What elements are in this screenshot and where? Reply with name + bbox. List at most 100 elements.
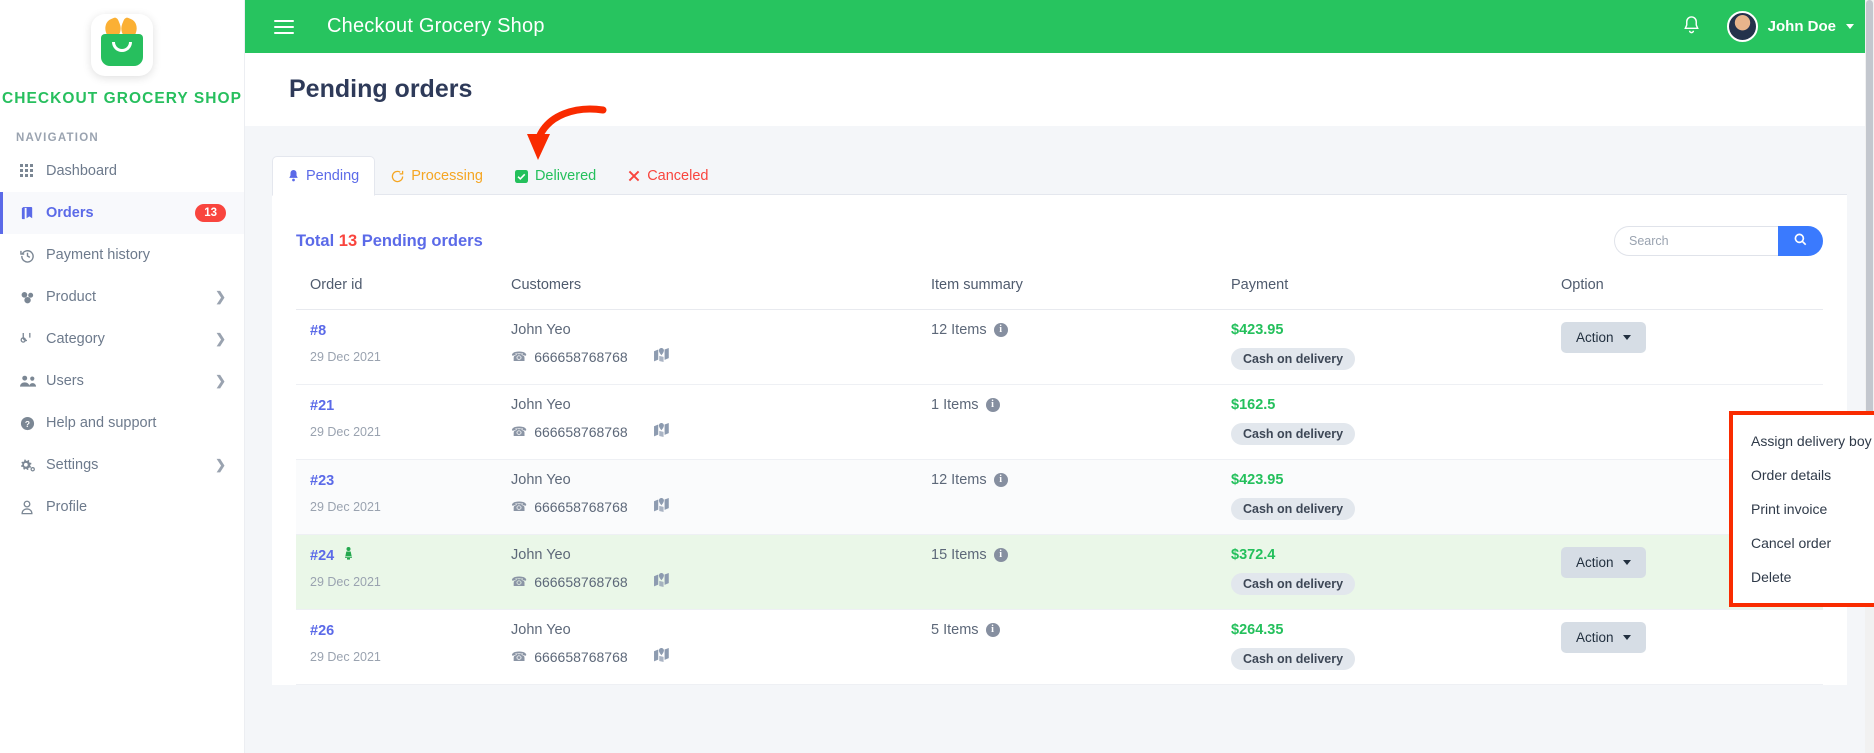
history-icon bbox=[20, 248, 46, 263]
brand[interactable]: CHECKOUT GROCERY SHOP bbox=[0, 0, 244, 108]
tab-pending[interactable]: Pending bbox=[272, 156, 376, 196]
chevron-right-icon: ❯ bbox=[215, 457, 226, 472]
menu-item-delete[interactable]: Delete bbox=[1733, 560, 1874, 594]
user-name: John Doe bbox=[1767, 18, 1836, 35]
table-row[interactable]: #24 29 Dec 2021 John Yeo ☎ 666658768768 … bbox=[296, 534, 1823, 610]
sidebar-item-settings[interactable]: Settings ❯ bbox=[0, 444, 244, 486]
tab-label: Processing bbox=[411, 168, 483, 184]
search-bar bbox=[1614, 226, 1823, 256]
scrollbar-thumb[interactable] bbox=[1866, 0, 1873, 470]
action-button[interactable]: Action bbox=[1561, 622, 1646, 653]
cell-payment: $423.95 Cash on delivery bbox=[1231, 459, 1561, 535]
sidebar-item-dashboard[interactable]: Dashboard bbox=[0, 150, 244, 192]
chevron-right-icon: ❯ bbox=[215, 373, 226, 388]
cell-item-summary: 1 Items i bbox=[931, 384, 1231, 460]
map-location-icon[interactable] bbox=[653, 648, 669, 665]
table-row[interactable]: #26 29 Dec 2021 John Yeo ☎ 666658768768 bbox=[296, 609, 1823, 685]
sidebar-item-users[interactable]: Users ❯ bbox=[0, 360, 244, 402]
order-price: $162.5 bbox=[1231, 397, 1276, 413]
sidebar-item-label: Users bbox=[46, 373, 84, 389]
info-icon[interactable]: i bbox=[993, 473, 1008, 487]
customer-name: John Yeo bbox=[511, 397, 571, 413]
sidebar-item-product[interactable]: Product ❯ bbox=[0, 276, 244, 318]
phone-number: 666658768768 bbox=[534, 348, 628, 365]
hamburger-icon[interactable] bbox=[274, 19, 294, 34]
order-date: 29 Dec 2021 bbox=[310, 500, 381, 514]
sidebar-item-label: Dashboard bbox=[46, 163, 117, 179]
table-row[interactable]: #23 29 Dec 2021 John Yeo ☎ 666658768768 bbox=[296, 459, 1823, 535]
cell-order-id: #26 29 Dec 2021 bbox=[296, 609, 511, 685]
map-location-icon[interactable] bbox=[653, 498, 669, 515]
orders-book-icon bbox=[20, 206, 46, 221]
order-id-link[interactable]: #21 bbox=[310, 398, 334, 414]
user-menu[interactable]: John Doe bbox=[1726, 11, 1854, 42]
action-button[interactable]: Action bbox=[1561, 322, 1646, 353]
cell-order-id: #8 29 Dec 2021 bbox=[296, 309, 511, 385]
item-summary: 5 Items i bbox=[931, 622, 1231, 638]
menu-item-assign-delivery-boy[interactable]: Assign delivery boy bbox=[1733, 424, 1874, 458]
table-row[interactable]: #8 29 Dec 2021 John Yeo ☎ 666658768768 1… bbox=[296, 309, 1823, 385]
map-location-icon[interactable] bbox=[653, 348, 669, 365]
sidebar-item-profile[interactable]: Profile bbox=[0, 486, 244, 528]
sidebar-item-help-and-support[interactable]: ? Help and support bbox=[0, 402, 244, 444]
info-icon[interactable]: i bbox=[985, 398, 1000, 412]
search-button[interactable] bbox=[1778, 226, 1823, 256]
tab-canceled[interactable]: Canceled bbox=[612, 156, 724, 196]
sidebar-item-orders[interactable]: Orders 13 bbox=[0, 192, 244, 234]
cell-customer: John Yeo ☎ 666658768768 bbox=[511, 384, 931, 460]
nav-section-label: NAVIGATION bbox=[16, 132, 99, 144]
top-bar-right: John Doe bbox=[1682, 11, 1854, 42]
cell-order-id: #21 29 Dec 2021 bbox=[296, 384, 511, 460]
payment-method-badge: Cash on delivery bbox=[1231, 573, 1356, 595]
action-button[interactable]: Action bbox=[1561, 547, 1646, 578]
customer-contact: ☎ 666658768768 bbox=[511, 648, 931, 665]
info-icon[interactable]: i bbox=[993, 548, 1008, 562]
phone-icon: ☎ bbox=[511, 423, 528, 439]
sidebar-item-payment-history[interactable]: Payment history bbox=[0, 234, 244, 276]
avatar bbox=[1726, 11, 1758, 42]
phone-icon: ☎ bbox=[511, 648, 528, 664]
menu-item-order-details[interactable]: Order details bbox=[1733, 458, 1874, 492]
tab-processing[interactable]: Processing bbox=[375, 156, 499, 196]
cell-order-id: #23 29 Dec 2021 bbox=[296, 459, 511, 535]
customer-name: John Yeo bbox=[511, 622, 571, 638]
sidebar-item-label: Product bbox=[46, 289, 96, 305]
column-header-customers: Customers bbox=[511, 265, 931, 310]
sidebar-item-label: Payment history bbox=[46, 247, 150, 263]
table-row[interactable]: #21 29 Dec 2021 John Yeo ☎ 666658768768 bbox=[296, 384, 1823, 460]
chevron-right-icon: ❯ bbox=[215, 331, 226, 346]
item-summary: 1 Items i bbox=[931, 397, 1231, 413]
orders-card: Total 13 Pending orders Search Order id … bbox=[272, 195, 1847, 685]
order-price: $372.4 bbox=[1231, 547, 1276, 563]
sidebar-item-label: Settings bbox=[46, 457, 99, 473]
item-summary: 12 Items i bbox=[931, 472, 1231, 488]
item-count: 12 Items bbox=[931, 322, 987, 338]
payment-method-badge: Cash on delivery bbox=[1231, 498, 1356, 520]
chevron-right-icon: ❯ bbox=[215, 289, 226, 304]
sidebar-item-label: Category bbox=[46, 331, 105, 347]
top-bar: Checkout Grocery Shop John Doe bbox=[245, 0, 1874, 53]
tab-delivered[interactable]: Delivered bbox=[499, 156, 612, 196]
notification-bell-icon[interactable] bbox=[1682, 15, 1701, 39]
phone-icon: ☎ bbox=[511, 573, 528, 589]
sidebar-item-category[interactable]: Category ❯ bbox=[0, 318, 244, 360]
search-input[interactable] bbox=[1614, 226, 1778, 256]
user-icon bbox=[20, 500, 46, 515]
order-id-link[interactable]: #24 bbox=[310, 548, 334, 564]
info-icon[interactable]: i bbox=[993, 323, 1008, 337]
vertical-scrollbar[interactable] bbox=[1865, 0, 1874, 753]
payment-method-badge: Cash on delivery bbox=[1231, 648, 1356, 670]
order-id-link[interactable]: #26 bbox=[310, 623, 334, 639]
order-id-link[interactable]: #23 bbox=[310, 473, 334, 489]
info-icon[interactable]: i bbox=[985, 623, 1000, 637]
menu-item-print-invoice[interactable]: Print invoice bbox=[1733, 492, 1874, 526]
customer-name: John Yeo bbox=[511, 322, 571, 338]
map-location-icon[interactable] bbox=[653, 573, 669, 590]
total-count: 13 bbox=[338, 231, 358, 250]
customer-phone: ☎ 666658768768 bbox=[511, 499, 628, 515]
app-root: CHECKOUT GROCERY SHOP NAVIGATION Dashboa… bbox=[0, 0, 1874, 753]
category-icon bbox=[20, 332, 46, 347]
order-id-link[interactable]: #8 bbox=[310, 323, 326, 339]
map-location-icon[interactable] bbox=[653, 423, 669, 440]
menu-item-cancel-order[interactable]: Cancel order bbox=[1733, 526, 1874, 560]
